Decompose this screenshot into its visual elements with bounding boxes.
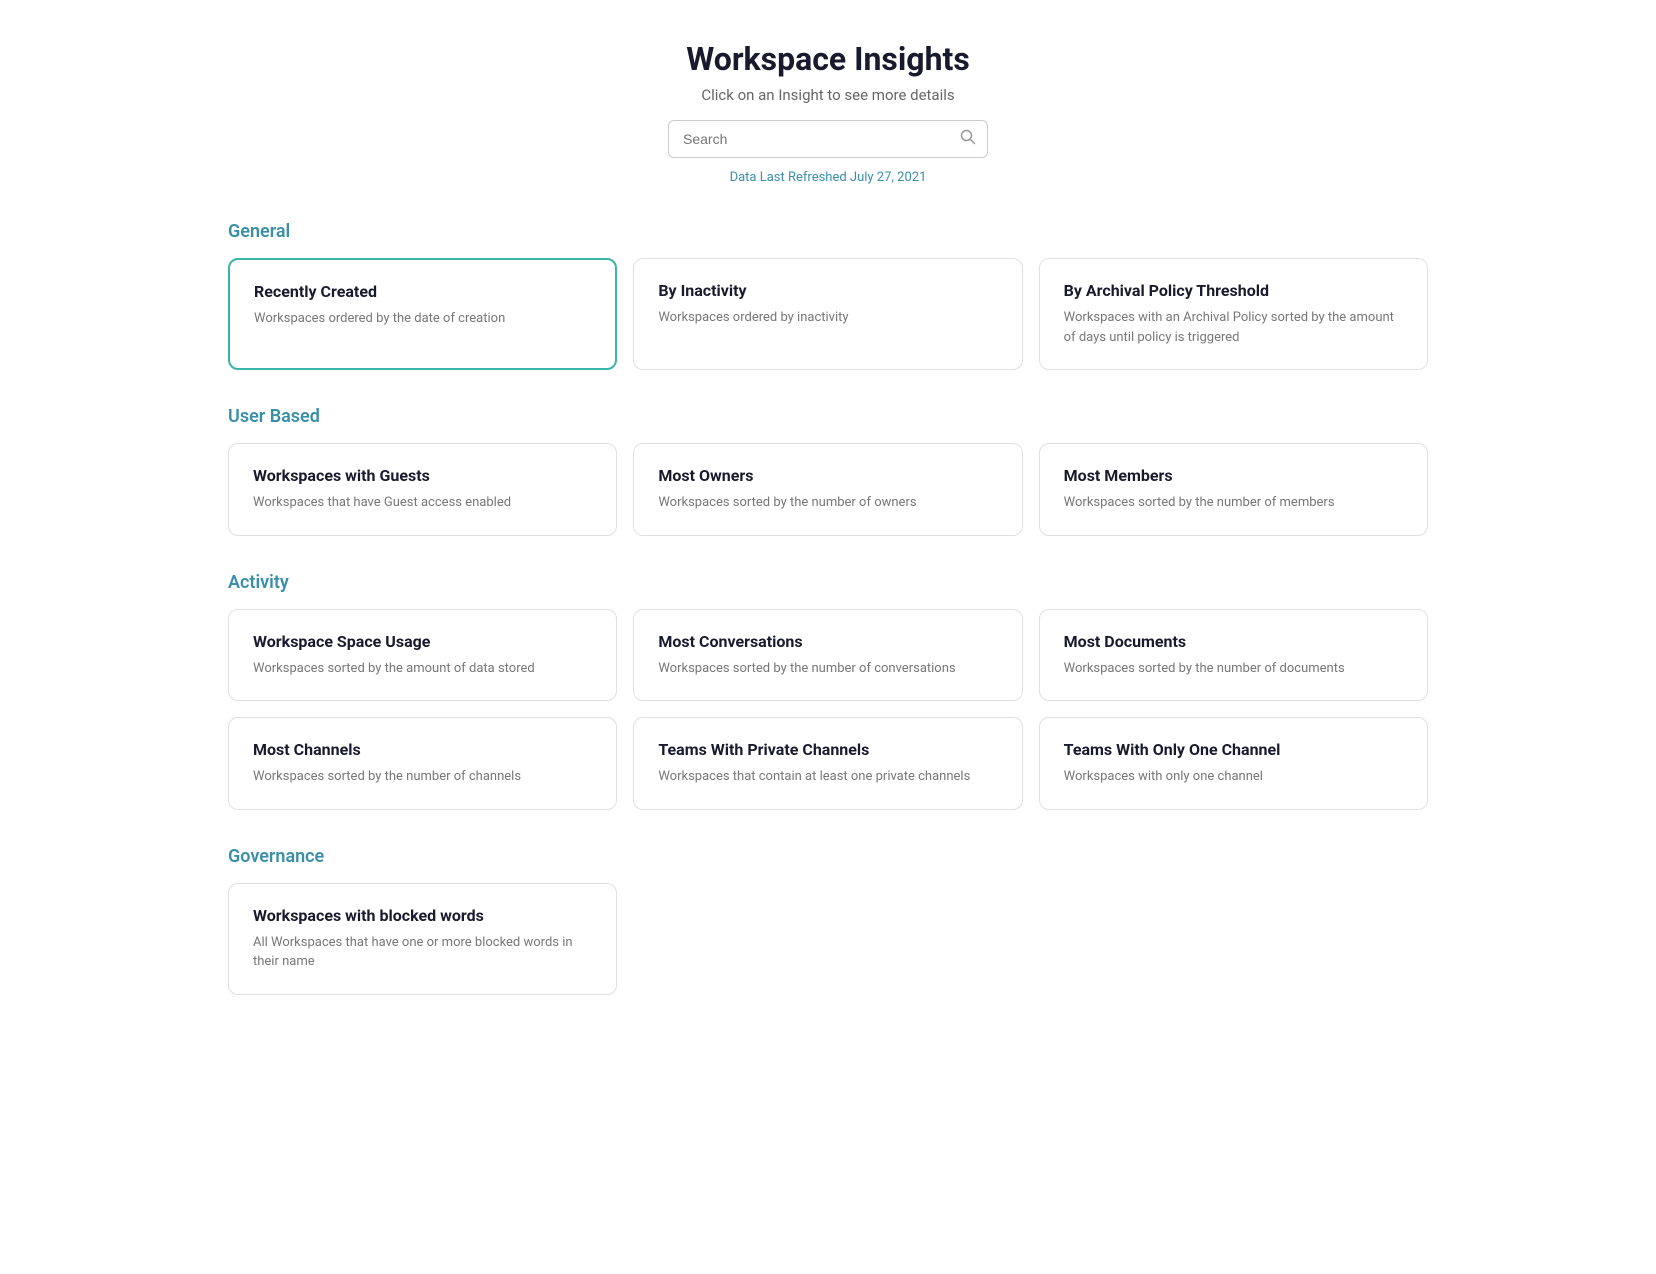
card-desc-activity-5: Workspaces with only one channel	[1064, 767, 1403, 787]
card-desc-user-based-2: Workspaces sorted by the number of membe…	[1064, 493, 1403, 513]
card-desc-user-based-1: Workspaces sorted by the number of owner…	[658, 493, 997, 513]
cards-grid-activity: Workspace Space Usage Workspaces sorted b…	[228, 609, 1428, 810]
card-desc-general-1: Workspaces ordered by inactivity	[658, 308, 997, 328]
section-title-user-based: User Based	[228, 406, 1428, 427]
card-desc-activity-4: Workspaces that contain at least one pri…	[658, 767, 997, 787]
card-title-activity-3: Most Channels	[253, 740, 592, 759]
section-activity: Activity Workspace Space Usage Workspaces …	[228, 572, 1428, 810]
search-container	[228, 120, 1428, 158]
section-general: General Recently Created Workspaces ordere…	[228, 221, 1428, 370]
page-title: Workspace Insights	[228, 40, 1428, 78]
section-user-based: User BasedWorkspaces with GuestsWorkspac…	[228, 406, 1428, 536]
page-subtitle: Click on an Insight to see more details	[228, 86, 1428, 104]
card-user-based-1[interactable]: Most Owners Workspaces sorted by the numb…	[633, 443, 1022, 536]
card-activity-1[interactable]: Most Conversations Workspaces sorted by t…	[633, 609, 1022, 702]
card-title-activity-5: Teams With Only One Channel	[1064, 740, 1403, 759]
card-desc-general-0: Workspaces ordered by the date of creati…	[254, 309, 591, 329]
card-desc-governance-0: All Workspaces that have one or more blo…	[253, 933, 592, 972]
card-desc-activity-0: Workspaces sorted by the amount of data …	[253, 659, 592, 679]
card-activity-2[interactable]: Most Documents Workspaces sorted by the n…	[1039, 609, 1428, 702]
card-title-governance-0: Workspaces with blocked words	[253, 906, 592, 925]
sections-container: General Recently Created Workspaces ordere…	[228, 221, 1428, 995]
cards-grid-general: Recently Created Workspaces ordered by th…	[228, 258, 1428, 370]
card-governance-0[interactable]: Workspaces with blocked words All Workspa…	[228, 883, 617, 995]
card-activity-4[interactable]: Teams With Private Channels Workspaces th…	[633, 717, 1022, 810]
card-desc-general-2: Workspaces with an Archival Policy sorte…	[1064, 308, 1403, 347]
card-activity-0[interactable]: Workspace Space Usage Workspaces sorted b…	[228, 609, 617, 702]
card-user-based-2[interactable]: Most Members Workspaces sorted by the num…	[1039, 443, 1428, 536]
card-title-user-based-2: Most Members	[1064, 466, 1403, 485]
card-title-activity-1: Most Conversations	[658, 632, 997, 651]
card-title-user-based-0: Workspaces with Guests	[253, 466, 592, 485]
card-activity-3[interactable]: Most Channels Workspaces sorted by the nu…	[228, 717, 617, 810]
section-title-governance: Governance	[228, 846, 1428, 867]
card-general-0[interactable]: Recently Created Workspaces ordered by th…	[228, 258, 617, 370]
section-title-activity: Activity	[228, 572, 1428, 593]
page-header: Workspace Insights Click on an Insight t…	[228, 40, 1428, 185]
page-container: Workspace Insights Click on an Insight t…	[228, 40, 1428, 995]
cards-grid-user-based: Workspaces with Guests Workspaces that ha…	[228, 443, 1428, 536]
card-title-general-2: By Archival Policy Threshold	[1064, 281, 1403, 300]
card-title-general-0: Recently Created	[254, 282, 591, 301]
card-general-2[interactable]: By Archival Policy Threshold Workspaces w…	[1039, 258, 1428, 370]
card-title-activity-2: Most Documents	[1064, 632, 1403, 651]
card-desc-activity-3: Workspaces sorted by the number of chann…	[253, 767, 592, 787]
section-governance: Governance Workspaces with blocked words A…	[228, 846, 1428, 995]
section-title-general: General	[228, 221, 1428, 242]
card-general-1[interactable]: By Inactivity Workspaces ordered by inact…	[633, 258, 1022, 370]
card-desc-user-based-0: Workspaces that have Guest access enable…	[253, 493, 592, 513]
card-user-based-0[interactable]: Workspaces with Guests Workspaces that ha…	[228, 443, 617, 536]
cards-grid-governance: Workspaces with blocked words All Workspa…	[228, 883, 1428, 995]
card-title-activity-0: Workspace Space Usage	[253, 632, 592, 651]
card-title-general-1: By Inactivity	[658, 281, 997, 300]
card-title-user-based-1: Most Owners	[658, 466, 997, 485]
search-input[interactable]	[668, 120, 988, 158]
card-title-activity-4: Teams With Private Channels	[658, 740, 997, 759]
data-refresh-label: Data Last Refreshed July 27, 2021	[228, 170, 1428, 185]
card-desc-activity-1: Workspaces sorted by the number of conve…	[658, 659, 997, 679]
search-box	[668, 120, 988, 158]
card-activity-5[interactable]: Teams With Only One Channel Workspaces wi…	[1039, 717, 1428, 810]
card-desc-activity-2: Workspaces sorted by the number of docum…	[1064, 659, 1403, 679]
